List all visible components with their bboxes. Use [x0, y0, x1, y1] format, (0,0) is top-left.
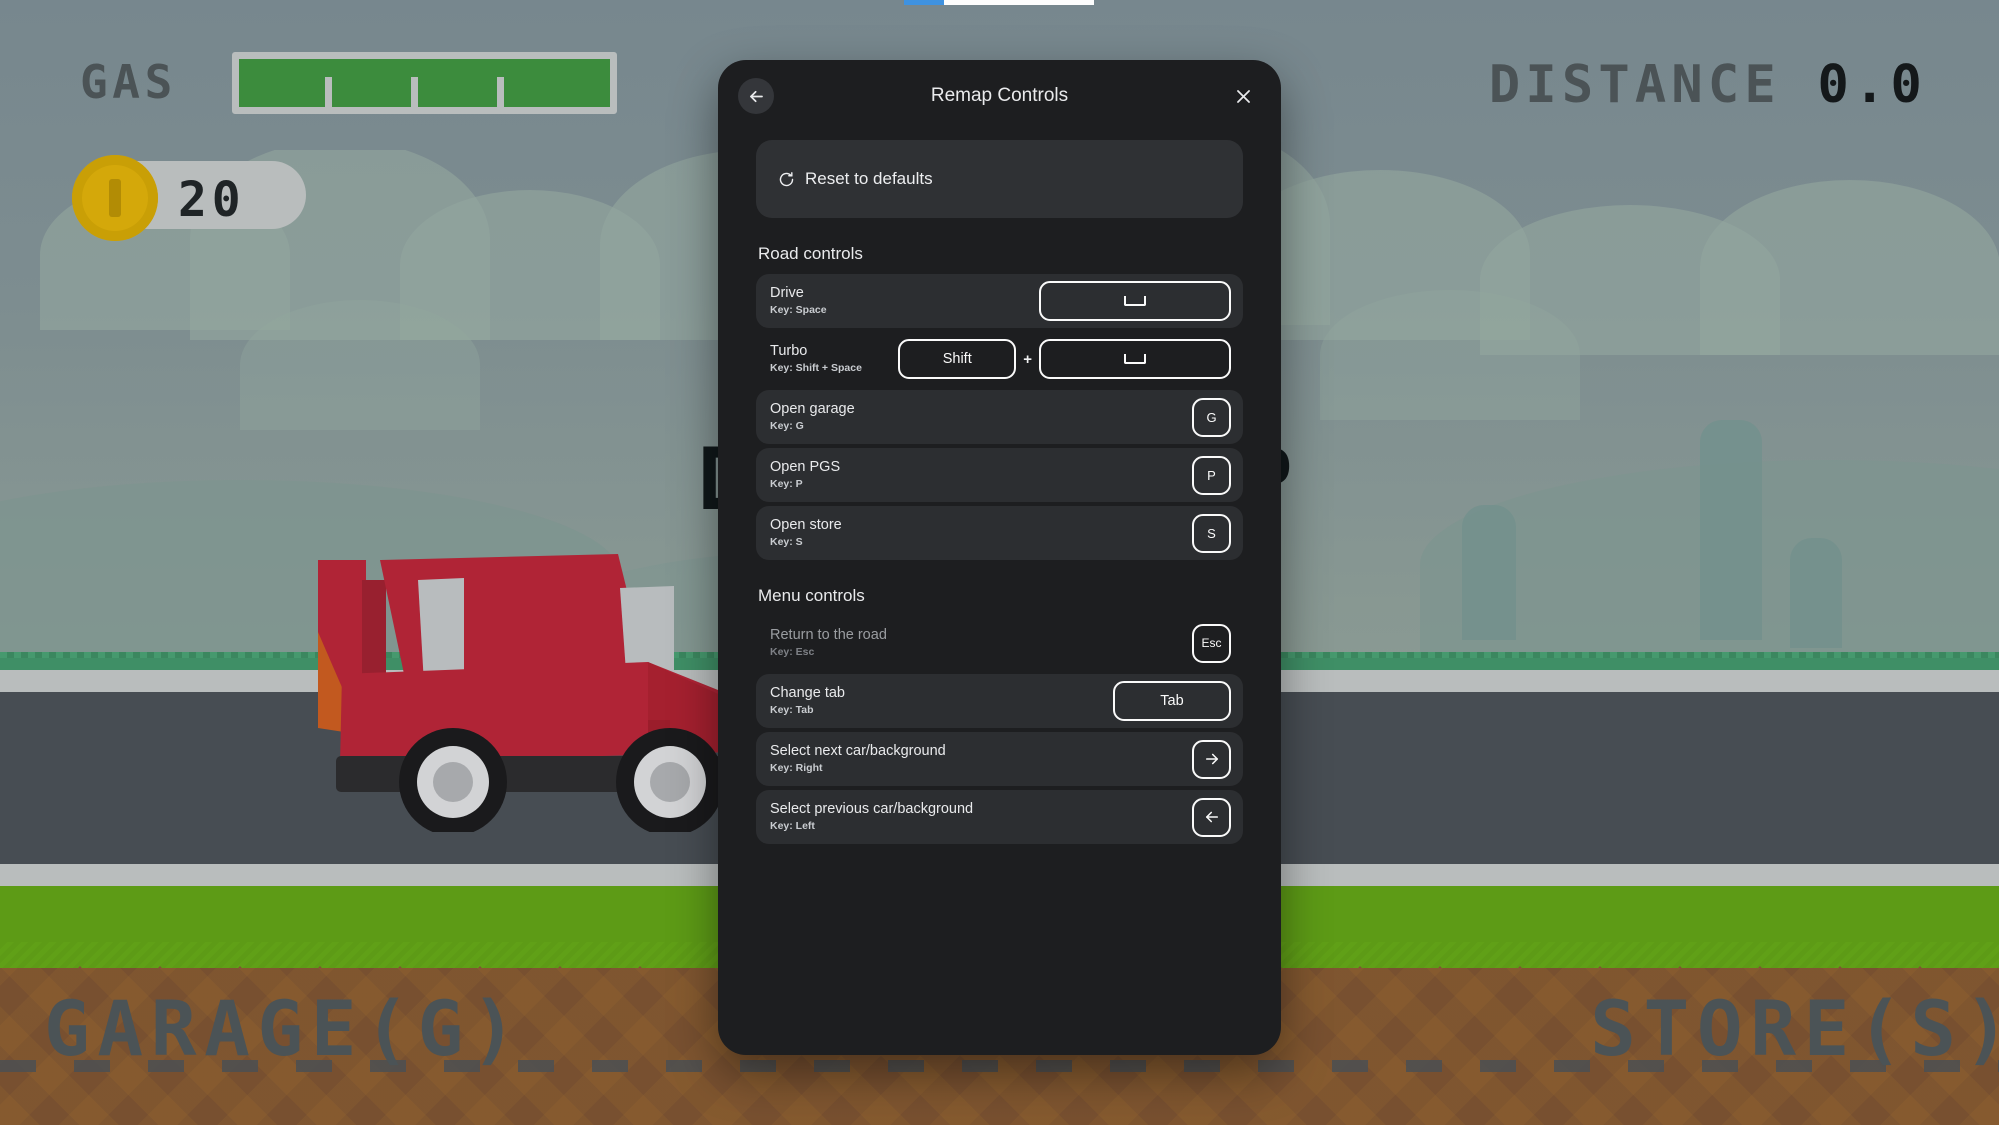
keycap-button[interactable]: [1192, 797, 1231, 837]
control-row-text: Select previous car/background Key: Left: [770, 802, 973, 831]
key-combo-plus: +: [1023, 350, 1032, 368]
keycap-label: S: [1207, 525, 1216, 541]
control-action-name: Return to the road: [770, 627, 887, 644]
keycap-button[interactable]: [1039, 281, 1231, 321]
control-row[interactable]: Select previous car/background Key: Left: [756, 790, 1243, 844]
control-current-key: Key: Shift + Space: [770, 361, 862, 374]
control-row[interactable]: Open garage Key: G G: [756, 390, 1243, 444]
control-row[interactable]: Return to the road Key: Esc Esc: [756, 616, 1243, 670]
close-icon: [1234, 87, 1253, 106]
control-action-name: Change tab: [770, 685, 845, 702]
control-keycaps: G: [1192, 397, 1231, 437]
keycap-button[interactable]: G: [1192, 397, 1231, 437]
space-bar-icon: [1124, 354, 1146, 364]
back-button[interactable]: [738, 78, 774, 114]
control-current-key: Key: Esc: [770, 645, 815, 658]
control-current-key: Key: S: [770, 535, 803, 548]
section-title-road-controls: Road controls: [758, 244, 863, 263]
control-row[interactable]: Open PGS Key: P P: [756, 448, 1243, 502]
control-row-text: Select next car/background Key: Right: [770, 744, 946, 773]
control-action-name: Drive: [770, 285, 804, 302]
arrow-right-icon: [1203, 750, 1221, 768]
control-action-name: Open garage: [770, 401, 855, 418]
control-action-name: Select previous car/background: [770, 801, 974, 818]
control-row-text: Turbo Key: Shift + Space: [770, 344, 862, 373]
arrow-left-icon: [1203, 808, 1221, 826]
control-action-name: Open PGS: [770, 459, 841, 476]
space-bar-icon: [1124, 296, 1146, 306]
control-sections: Road controls Drive Key: Space Turbo Key: Sh…: [756, 244, 1243, 844]
keycap-label: Shift: [942, 351, 972, 367]
keycap-label: P: [1207, 467, 1216, 483]
control-action-name: Select next car/background: [770, 743, 946, 760]
control-row[interactable]: Select next car/background Key: Right: [756, 732, 1243, 786]
remap-controls-dialog: Remap Controls Reset to defaults Road co: [718, 60, 1281, 1055]
control-row-text: Open garage Key: G: [770, 402, 855, 431]
game-screen: GAS 20 DISTANCE 0.0 TAP TO D DOUBLE TAP …: [0, 0, 1999, 1125]
control-keycaps: Esc: [1192, 623, 1231, 663]
control-row[interactable]: Change tab Key: Tab Tab: [756, 674, 1243, 728]
control-current-key: Key: P: [770, 477, 803, 490]
reset-icon: [778, 171, 795, 188]
control-action-name: Open store: [770, 517, 842, 534]
dialog-header: Remap Controls: [718, 60, 1281, 132]
dialog-body: Reset to defaults Road controls Drive Key:…: [718, 132, 1281, 1055]
control-row-text: Open PGS Key: P: [770, 460, 840, 489]
control-current-key: Key: Tab: [770, 703, 814, 716]
reset-to-defaults-label: Reset to defaults: [805, 169, 933, 188]
control-current-key: Key: G: [770, 419, 804, 432]
control-keycaps: [1192, 739, 1231, 779]
reset-to-defaults-button[interactable]: Reset to defaults: [756, 140, 1243, 218]
control-row[interactable]: Open store Key: S S: [756, 506, 1243, 560]
control-row[interactable]: Turbo Key: Shift + Space Shift +: [756, 332, 1243, 386]
keycap-label: G: [1206, 409, 1217, 425]
keycap-button[interactable]: Esc: [1192, 623, 1231, 663]
keycap-button[interactable]: P: [1192, 455, 1231, 495]
control-keycaps: S: [1192, 513, 1231, 553]
control-current-key: Key: Left: [770, 819, 815, 832]
control-keycaps: P: [1192, 455, 1231, 495]
keycap-button[interactable]: Shift: [898, 339, 1017, 379]
control-row-text: Return to the road Key: Esc: [770, 628, 887, 657]
control-keycaps: Shift +: [898, 339, 1231, 379]
control-row-text: Change tab Key: Tab: [770, 686, 845, 715]
keycap-label: Tab: [1160, 693, 1184, 709]
control-keycaps: Tab: [1113, 681, 1231, 721]
keycap-button[interactable]: [1192, 739, 1231, 779]
control-current-key: Key: Space: [770, 303, 827, 316]
control-row-text: Drive Key: Space: [770, 286, 827, 315]
keycap-button[interactable]: S: [1192, 513, 1231, 553]
section-title-menu-controls: Menu controls: [758, 586, 865, 605]
control-keycaps: [1039, 281, 1231, 321]
close-button[interactable]: [1225, 78, 1261, 114]
dialog-title: Remap Controls: [930, 85, 1069, 106]
arrow-left-icon: [747, 87, 766, 106]
control-keycaps: [1192, 797, 1231, 837]
control-action-name: Turbo: [770, 343, 808, 360]
control-row[interactable]: Drive Key: Space: [756, 274, 1243, 328]
control-row-text: Open store Key: S: [770, 518, 842, 547]
keycap-button[interactable]: Tab: [1113, 681, 1231, 721]
keycap-label: Esc: [1201, 636, 1222, 650]
keycap-button[interactable]: [1039, 339, 1231, 379]
control-current-key: Key: Right: [770, 761, 823, 774]
